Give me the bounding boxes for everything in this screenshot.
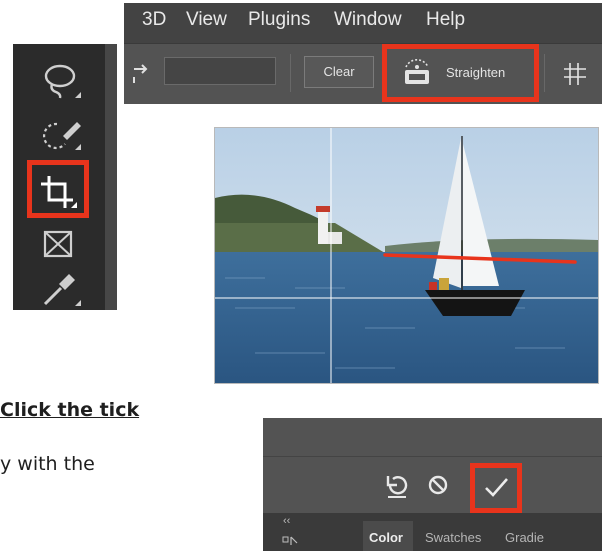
panel-tabs: ‹‹ Color Swatches Gradie <box>263 513 602 551</box>
panel-icon[interactable] <box>281 535 303 549</box>
eyedropper-icon <box>43 274 81 306</box>
menu-view[interactable]: View <box>186 9 227 31</box>
menu-3d[interactable]: 3D <box>142 9 166 31</box>
commit-highlight <box>470 463 522 513</box>
frame-tool[interactable] <box>27 220 93 268</box>
menu-help[interactable]: Help <box>426 9 465 31</box>
crop-commit-bar <box>263 457 602 513</box>
grid-overlay-icon[interactable] <box>562 61 588 87</box>
panel-top-strip <box>263 418 602 457</box>
tab-color[interactable]: Color <box>369 530 403 545</box>
quick-selection-tool[interactable] <box>27 110 93 158</box>
sailboat-photo <box>215 128 598 383</box>
collapse-panels-icon[interactable]: ‹‹ <box>283 515 290 527</box>
cancel-icon[interactable] <box>426 473 450 497</box>
separator <box>290 54 291 92</box>
instruction-heading: Click the tick <box>0 399 140 421</box>
photo-canvas[interactable] <box>214 127 599 384</box>
instruction-text: y with the <box>0 453 95 475</box>
frame-icon <box>43 230 73 258</box>
menu-window[interactable]: Window <box>334 9 402 31</box>
toolbar-panel <box>13 44 117 310</box>
tab-gradients[interactable]: Gradie <box>505 530 544 545</box>
crop-options-bar: Clear Straighten <box>124 44 602 104</box>
tab-swatches[interactable]: Swatches <box>425 530 481 545</box>
menu-bar: 3D View Plugins Window Help <box>124 3 602 44</box>
lasso-tool[interactable] <box>27 58 93 106</box>
lasso-icon <box>44 64 81 99</box>
ratio-input[interactable] <box>164 57 276 85</box>
straighten-highlight <box>382 44 539 102</box>
quick-selection-icon <box>42 122 81 150</box>
clear-button[interactable]: Clear <box>304 56 374 88</box>
reset-icon[interactable] <box>384 473 410 499</box>
separator <box>544 54 545 92</box>
menu-plugins[interactable]: Plugins <box>248 9 310 31</box>
toolbar-scrollbar[interactable] <box>105 44 117 310</box>
crop-tool-highlight <box>27 160 89 218</box>
eyedropper-tool[interactable] <box>27 266 93 314</box>
swap-icon[interactable] <box>130 62 154 84</box>
commit-panel: ‹‹ Color Swatches Gradie <box>263 418 602 551</box>
